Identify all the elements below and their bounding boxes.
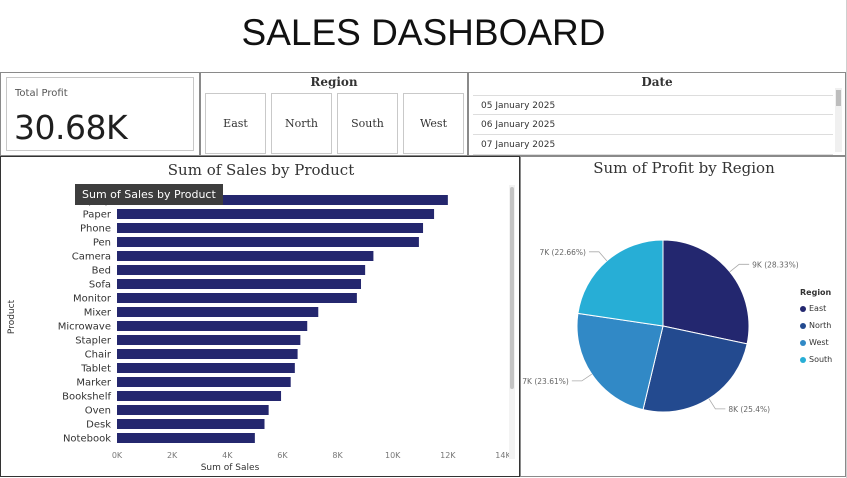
category-tick-label: Stapler bbox=[75, 336, 112, 347]
category-tick-label: Camera bbox=[72, 252, 111, 263]
bar bbox=[117, 335, 301, 345]
region-tile-west[interactable]: West bbox=[403, 93, 464, 154]
category-tick-label: Tablet bbox=[80, 364, 111, 375]
x-tick-label: 10K bbox=[385, 451, 401, 460]
legend-marker bbox=[800, 322, 806, 329]
category-tick-label: Desk bbox=[86, 420, 111, 431]
bar bbox=[117, 209, 435, 219]
bar bbox=[117, 419, 265, 429]
bar bbox=[117, 237, 419, 247]
y-axis-title: Product bbox=[7, 299, 17, 334]
bar bbox=[117, 363, 295, 373]
legend-item-north[interactable]: North bbox=[800, 317, 846, 334]
pie-legend-title: Region bbox=[800, 288, 832, 297]
bar bbox=[117, 377, 291, 387]
category-tick-label: Marker bbox=[76, 378, 111, 389]
bar-chart-scrollbar-thumb[interactable] bbox=[510, 187, 514, 389]
category-tick-label: Microwave bbox=[58, 322, 111, 333]
bar-chart-tooltip: Sum of Sales by Product bbox=[75, 184, 223, 205]
bar bbox=[117, 349, 298, 359]
category-tick-label: Phone bbox=[80, 224, 111, 235]
bar bbox=[117, 307, 319, 317]
bar bbox=[117, 433, 255, 443]
sales-by-product-panel: Sum of Sales by Product LaptopPaperPhone… bbox=[0, 156, 520, 477]
kpi-card: Total Profit 30.68K bbox=[0, 72, 200, 156]
pie-legend: Region East North West South bbox=[800, 288, 846, 368]
bar bbox=[117, 265, 366, 275]
x-tick-label: 12K bbox=[440, 451, 456, 460]
profit-by-region-panel: Sum of Profit by Region 9K (28.33%) 8K (2… bbox=[520, 156, 846, 477]
bar bbox=[117, 293, 357, 303]
pie-data-label: 9K (28.33%) bbox=[752, 260, 799, 269]
date-slicer: Date 05 January 2025 06 January 2025 07 … bbox=[468, 72, 846, 156]
pie-data-label: 7K (22.66%) bbox=[539, 248, 586, 257]
category-tick-label: Pen bbox=[93, 238, 111, 249]
category-tick-label: Bed bbox=[92, 266, 111, 277]
legend-marker bbox=[800, 356, 806, 363]
legend-label: North bbox=[809, 321, 832, 330]
legend-marker bbox=[800, 305, 806, 312]
category-tick-label: Mixer bbox=[84, 308, 112, 319]
category-tick-label: Chair bbox=[85, 350, 112, 361]
legend-item-east[interactable]: East bbox=[800, 300, 846, 317]
bar bbox=[117, 321, 308, 331]
pie-data-label: 8K (25.4%) bbox=[728, 405, 770, 414]
category-tick-label: Bookshelf bbox=[62, 392, 111, 403]
region-tile-north[interactable]: North bbox=[271, 93, 332, 154]
data-label-leader bbox=[571, 373, 592, 382]
x-tick-label: 6K bbox=[277, 451, 288, 460]
kpi-card-frame: Total Profit 30.68K bbox=[6, 77, 194, 151]
legend-label: West bbox=[809, 338, 829, 347]
legend-label: South bbox=[809, 355, 833, 364]
x-tick-label: 4K bbox=[222, 451, 233, 460]
region-tile-south[interactable]: South bbox=[337, 93, 398, 154]
x-tick-label: 0K bbox=[112, 451, 123, 460]
region-slicer: Region East North South West bbox=[200, 72, 468, 156]
category-tick-label: Paper bbox=[83, 210, 112, 221]
data-label-leader bbox=[729, 263, 750, 273]
x-tick-label: 2K bbox=[167, 451, 178, 460]
region-tile-east[interactable]: East bbox=[205, 93, 266, 154]
date-item[interactable]: 06 January 2025 bbox=[473, 115, 833, 135]
category-tick-label: Oven bbox=[85, 406, 111, 417]
bar bbox=[117, 251, 374, 261]
pie-chart: 9K (28.33%) 8K (25.4%) 7K (23.61%) 7K (22.6… bbox=[522, 239, 799, 414]
bar bbox=[117, 223, 424, 233]
x-tick-label: 8K bbox=[332, 451, 343, 460]
dashboard-title: SALES DASHBOARD bbox=[241, 12, 606, 53]
date-slicer-title: Date bbox=[641, 75, 673, 89]
date-item[interactable]: 07 January 2025 bbox=[473, 135, 833, 155]
x-axis-title: Sum of Sales bbox=[201, 463, 260, 473]
bar bbox=[117, 279, 362, 289]
bar bbox=[117, 391, 282, 401]
category-tick-label: Notebook bbox=[63, 434, 111, 445]
data-label-leader bbox=[708, 398, 726, 410]
date-scrollbar-thumb[interactable] bbox=[836, 90, 841, 106]
legend-item-south[interactable]: South bbox=[800, 351, 846, 368]
kpi-value: 30.68K bbox=[14, 108, 128, 147]
legend-marker bbox=[800, 339, 806, 346]
region-slicer-title: Region bbox=[310, 75, 358, 89]
data-label-leader bbox=[588, 251, 608, 262]
kpi-label: Total Profit bbox=[15, 88, 68, 99]
legend-label: East bbox=[809, 304, 827, 313]
category-tick-label: Monitor bbox=[73, 294, 112, 305]
pie-data-label: 7K (23.61%) bbox=[522, 377, 569, 386]
date-item[interactable]: 05 January 2025 bbox=[473, 95, 833, 115]
pie-slice-south bbox=[577, 239, 664, 327]
bar bbox=[117, 405, 269, 415]
legend-item-west[interactable]: West bbox=[800, 334, 846, 351]
category-tick-label: Sofa bbox=[89, 280, 111, 291]
